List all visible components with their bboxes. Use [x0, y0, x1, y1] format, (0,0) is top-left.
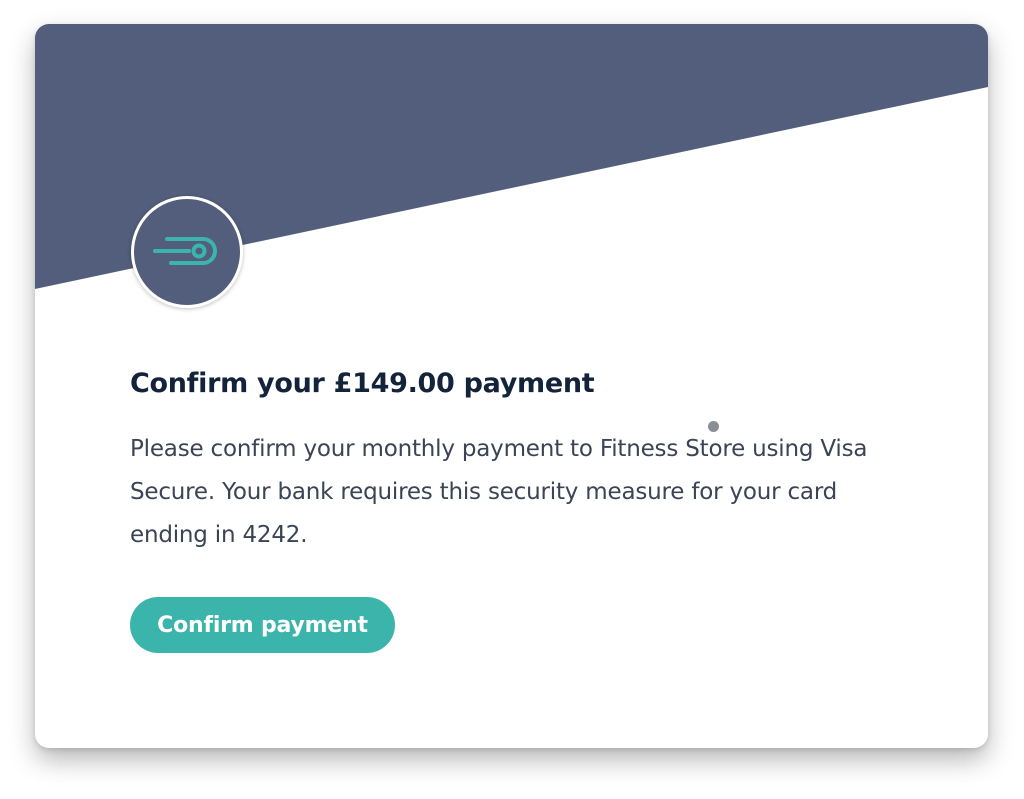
mouse-cursor: [708, 421, 719, 432]
speed-card-icon: [153, 237, 217, 265]
confirm-payment-button[interactable]: Confirm payment: [130, 597, 395, 653]
payment-title: Confirm your £149.00 payment: [130, 368, 595, 399]
payment-description: Please confirm your monthly payment to F…: [130, 436, 868, 548]
brand-logo: [131, 196, 243, 308]
payment-confirmation-card: Confirm your £149.00 payment Please conf…: [35, 24, 988, 748]
